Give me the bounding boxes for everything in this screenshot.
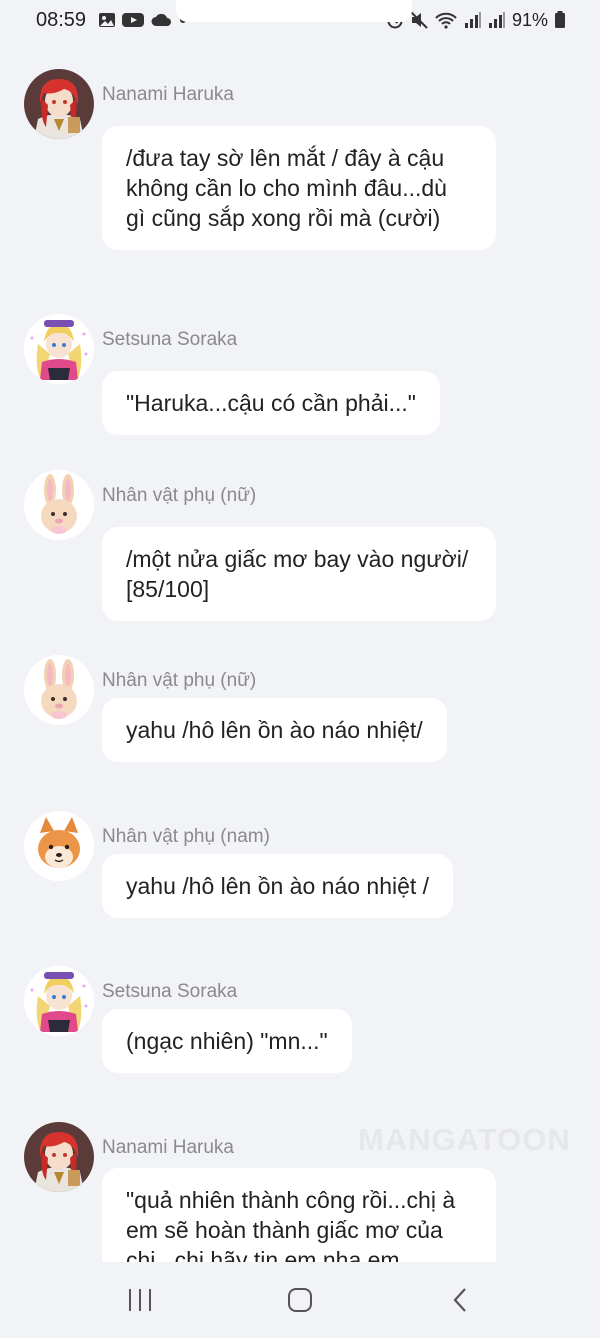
previous-bubble-edge (176, 0, 412, 22)
wifi-icon (434, 11, 458, 29)
message-sender: Nhân vật phụ (nam) (102, 826, 270, 847)
system-nav-bar (0, 1262, 600, 1338)
message-sender: Nhân vật phụ (nữ) (102, 670, 257, 691)
bunny-avatar[interactable] (24, 470, 94, 540)
message-bubble[interactable]: yahu /hô lên ồn ào náo nhiệt / (102, 854, 454, 918)
message-sender: Nhân vật phụ (nữ) (102, 485, 257, 506)
clock: 08:59 (36, 8, 87, 31)
message-bubble[interactable]: /đưa tay sờ lên mắt / đây à cậu không cầ… (102, 126, 496, 250)
message-bubble[interactable]: "Haruka...cậu có cần phải..." (102, 371, 440, 435)
message-bubble[interactable]: "quả nhiên thành công rồi...chị à em sẽ … (102, 1168, 496, 1262)
setsuna-avatar[interactable] (24, 314, 94, 384)
battery-percent: 91% (511, 9, 548, 30)
watermark: MANGATOON (358, 1122, 571, 1157)
nanami-avatar[interactable] (24, 69, 94, 139)
nanami-avatar[interactable] (24, 1122, 94, 1192)
setsuna-avatar[interactable] (24, 966, 94, 1036)
message-bubble[interactable]: /một nửa giấc mơ bay vào người/ [85/100] (102, 527, 496, 621)
mute-icon (410, 11, 428, 29)
message-bubble[interactable]: (ngạc nhiên) "mn..." (102, 1009, 352, 1073)
message-sender: Setsuna Soraka (102, 981, 238, 1002)
signal-icon (488, 11, 506, 29)
signal-icon (464, 11, 482, 29)
cloud-icon (150, 12, 172, 28)
home-icon[interactable] (270, 1270, 330, 1330)
message-sender: Setsuna Soraka (102, 329, 238, 350)
chat-message-list[interactable]: Nanami Haruka /đưa tay sờ lên mắt / đây … (0, 56, 600, 1262)
gallery-icon (98, 11, 116, 29)
shiba-avatar[interactable] (24, 811, 94, 881)
message-sender: Nanami Haruka (102, 84, 234, 105)
battery-icon (554, 11, 566, 29)
youtube-icon (122, 12, 145, 28)
back-icon[interactable] (430, 1270, 490, 1330)
bunny-avatar[interactable] (24, 655, 94, 725)
message-bubble[interactable]: yahu /hô lên ồn ào náo nhiệt/ (102, 698, 447, 762)
recent-apps-icon[interactable] (110, 1270, 170, 1330)
message-sender: Nanami Haruka (102, 1137, 234, 1158)
